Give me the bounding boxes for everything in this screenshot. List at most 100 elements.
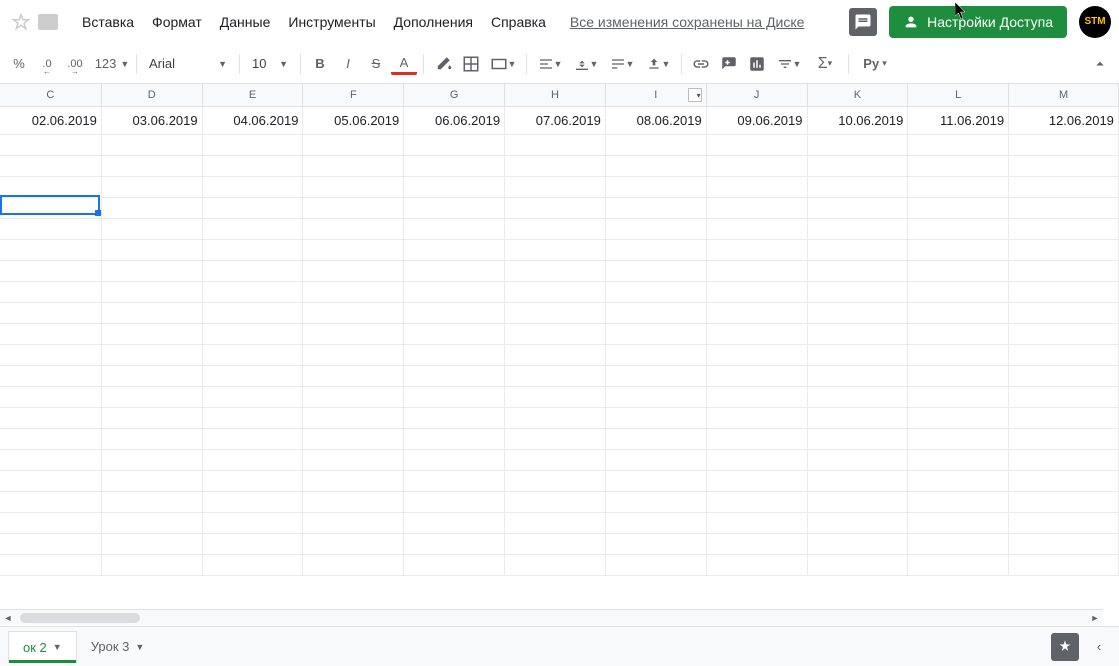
menu-data[interactable]: Данные (212, 10, 279, 34)
cell[interactable] (505, 135, 606, 156)
sheet-tab-1[interactable]: ок 2 ▼ (8, 631, 77, 663)
cell[interactable] (203, 282, 304, 303)
font-family-select[interactable]: Arial▼ (143, 51, 233, 77)
cell[interactable] (908, 408, 1009, 429)
cell[interactable] (404, 261, 505, 282)
collapse-toolbar-button[interactable] (1087, 51, 1113, 77)
menu-tools[interactable]: Инструменты (280, 10, 383, 34)
text-wrap-button[interactable]: ▼ (605, 51, 639, 77)
cell[interactable] (0, 471, 102, 492)
cell[interactable] (102, 408, 203, 429)
cell[interactable] (808, 156, 909, 177)
cell[interactable] (303, 513, 404, 534)
cell[interactable] (1009, 492, 1119, 513)
cell[interactable] (404, 303, 505, 324)
cell[interactable] (1009, 387, 1119, 408)
cell[interactable] (707, 261, 808, 282)
share-button[interactable]: Настройки Доступа (889, 6, 1067, 38)
cell[interactable] (203, 366, 304, 387)
cell[interactable] (0, 261, 102, 282)
cell[interactable] (505, 492, 606, 513)
cell[interactable] (404, 282, 505, 303)
cell[interactable] (808, 177, 909, 198)
column-header-K[interactable]: K (808, 84, 909, 106)
cell[interactable] (505, 366, 606, 387)
cell[interactable] (102, 303, 203, 324)
cell[interactable] (303, 282, 404, 303)
cell[interactable] (707, 219, 808, 240)
cell[interactable] (303, 534, 404, 555)
cell[interactable] (908, 135, 1009, 156)
cell[interactable]: 03.06.2019 (102, 107, 203, 135)
cell[interactable] (0, 198, 102, 219)
comments-button[interactable] (849, 8, 877, 36)
cell[interactable] (505, 282, 606, 303)
text-rotation-button[interactable]: ▼ (641, 51, 675, 77)
cell[interactable]: 10.06.2019 (808, 107, 909, 135)
cell[interactable] (908, 387, 1009, 408)
cell[interactable] (707, 324, 808, 345)
cell[interactable] (203, 324, 304, 345)
v-align-button[interactable]: ▼ (569, 51, 603, 77)
cell[interactable] (303, 198, 404, 219)
cell[interactable] (203, 429, 304, 450)
cell[interactable] (1009, 135, 1119, 156)
cell[interactable] (1009, 429, 1119, 450)
cell[interactable] (908, 450, 1009, 471)
h-align-button[interactable]: ▼ (533, 51, 567, 77)
cell[interactable] (102, 156, 203, 177)
cell[interactable] (203, 492, 304, 513)
increase-decimal-button[interactable]: .00→ (62, 51, 88, 77)
scroll-left-arrow[interactable]: ◄ (0, 610, 16, 626)
column-header-F[interactable]: F (303, 84, 404, 106)
cell[interactable]: 06.06.2019 (404, 107, 505, 135)
cell[interactable] (606, 387, 707, 408)
cell[interactable] (908, 324, 1009, 345)
cell[interactable] (102, 198, 203, 219)
cell[interactable] (102, 324, 203, 345)
cell[interactable] (808, 450, 909, 471)
cell[interactable] (1009, 240, 1119, 261)
cell[interactable] (707, 387, 808, 408)
cell[interactable] (303, 429, 404, 450)
cell[interactable] (203, 408, 304, 429)
cell[interactable] (505, 177, 606, 198)
cell[interactable] (0, 429, 102, 450)
cell[interactable] (404, 219, 505, 240)
format-percent-button[interactable]: % (6, 51, 32, 77)
cell[interactable] (303, 366, 404, 387)
sheet-tab-2[interactable]: Урок 3 ▼ (77, 631, 159, 662)
cell[interactable] (808, 135, 909, 156)
cell[interactable] (707, 450, 808, 471)
cell[interactable] (606, 177, 707, 198)
cell[interactable] (1009, 219, 1119, 240)
cell[interactable] (303, 555, 404, 576)
cell[interactable] (707, 198, 808, 219)
cell[interactable] (908, 471, 1009, 492)
cell[interactable] (707, 303, 808, 324)
cell[interactable] (707, 240, 808, 261)
sheet-tab-menu-icon[interactable]: ▼ (135, 642, 144, 652)
cell[interactable] (303, 387, 404, 408)
cell[interactable] (102, 555, 203, 576)
cell[interactable] (707, 471, 808, 492)
menu-insert[interactable]: Вставка (74, 10, 142, 34)
cell[interactable] (606, 156, 707, 177)
italic-button[interactable]: I (335, 51, 361, 77)
cell[interactable] (606, 471, 707, 492)
menu-addons[interactable]: Дополнения (386, 10, 481, 34)
cell[interactable] (808, 555, 909, 576)
cell[interactable] (707, 429, 808, 450)
cell[interactable] (505, 387, 606, 408)
cell[interactable] (808, 408, 909, 429)
cell[interactable] (1009, 198, 1119, 219)
cell[interactable] (404, 135, 505, 156)
cell[interactable] (505, 156, 606, 177)
cell[interactable] (203, 513, 304, 534)
cell[interactable] (1009, 345, 1119, 366)
grid-body[interactable]: 02.06.201903.06.201904.06.201905.06.2019… (0, 107, 1119, 576)
cell[interactable] (0, 387, 102, 408)
column-header-M[interactable]: M (1009, 84, 1119, 106)
cell[interactable] (1009, 534, 1119, 555)
column-header-I[interactable]: I (606, 84, 707, 106)
